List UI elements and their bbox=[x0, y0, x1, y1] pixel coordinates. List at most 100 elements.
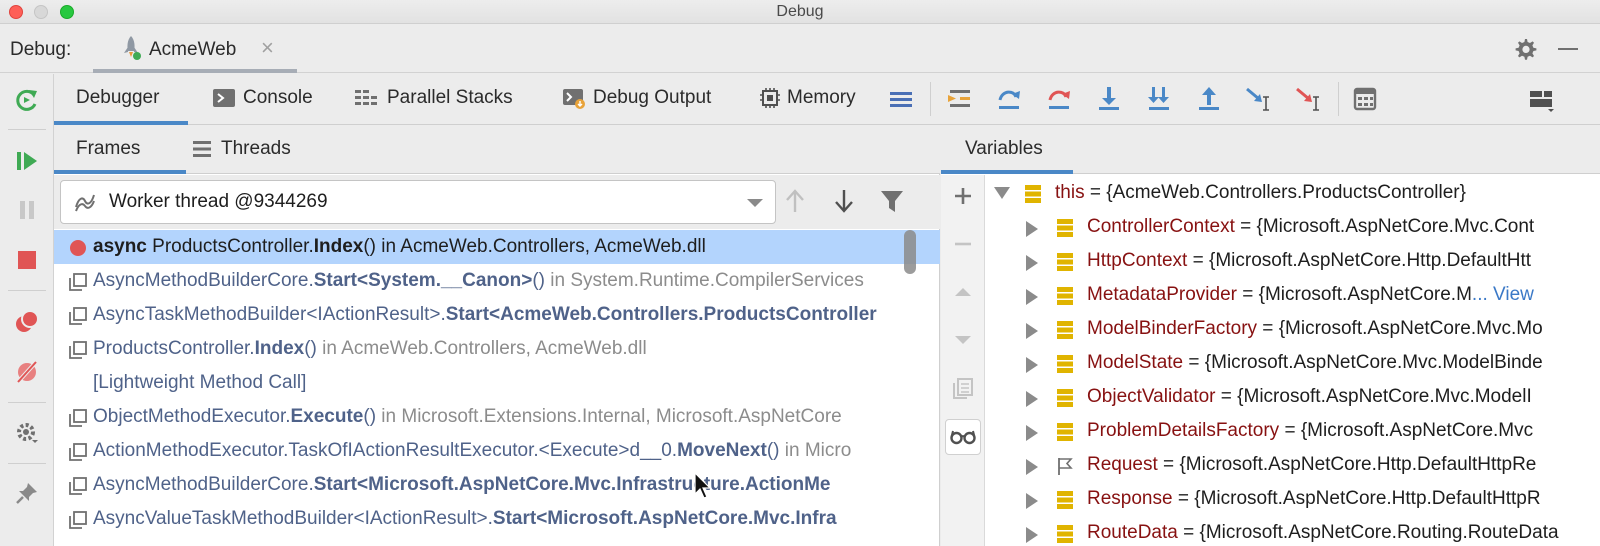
layout-settings-icon[interactable] bbox=[1524, 83, 1558, 115]
expand-triangle-closed-icon[interactable] bbox=[1026, 255, 1038, 271]
tab-threads[interactable]: Threads bbox=[192, 126, 312, 174]
frame-row[interactable]: AsyncMethodBuilderCore.Start<Microsoft.A… bbox=[54, 468, 940, 502]
filter-icon[interactable] bbox=[878, 186, 906, 216]
expand-triangle-open-icon[interactable] bbox=[994, 187, 1010, 199]
debug-actions-toolbar bbox=[0, 74, 54, 546]
expand-triangle-closed-icon[interactable] bbox=[1026, 221, 1038, 237]
view-link[interactable]: ... View bbox=[1472, 284, 1534, 305]
tab-label: Threads bbox=[221, 138, 291, 159]
settings-icon[interactable] bbox=[14, 420, 40, 446]
window-minimize-button[interactable] bbox=[34, 5, 48, 19]
tab-variables[interactable]: Variables bbox=[941, 126, 1073, 174]
expand-triangle-closed-icon[interactable] bbox=[1026, 391, 1038, 407]
force-run-to-cursor-icon[interactable] bbox=[1292, 83, 1326, 115]
frames-panel: Frames Threads Worker thread @9344269 as… bbox=[54, 126, 940, 546]
variable-row[interactable]: Response = {Microsoft.AspNetCore.Http.De… bbox=[985, 482, 1600, 516]
frame-row[interactable]: AsyncTaskMethodBuilder<IActionResult>.St… bbox=[54, 298, 940, 332]
expand-triangle-closed-icon[interactable] bbox=[1026, 323, 1038, 339]
variable-label: HttpContext = {Microsoft.AspNetCore.Http… bbox=[1087, 244, 1531, 278]
evaluate-expression-icon[interactable] bbox=[1348, 83, 1382, 115]
frame-row[interactable]: AsyncMethodBuilderCore.Start<System.__Ca… bbox=[54, 264, 940, 298]
pause-icon[interactable] bbox=[14, 197, 40, 223]
variable-row[interactable]: RouteData = {Microsoft.AspNetCore.Routin… bbox=[985, 516, 1600, 546]
step-out-icon[interactable] bbox=[1192, 83, 1226, 115]
frames-scrollbar[interactable] bbox=[904, 230, 916, 274]
tab-console[interactable]: Console bbox=[212, 74, 352, 125]
show-watches-toggle[interactable] bbox=[945, 419, 981, 455]
variable-equals: = bbox=[1279, 420, 1301, 441]
variable-row[interactable]: ObjectValidator = {Microsoft.AspNetCore.… bbox=[985, 380, 1600, 414]
resume-icon[interactable] bbox=[14, 148, 40, 174]
expand-triangle-closed-icon[interactable] bbox=[1026, 357, 1038, 373]
thread-dropdown[interactable]: Worker thread @9344269 bbox=[60, 180, 776, 224]
frame-row[interactable]: [Lightweight Method Call] bbox=[54, 366, 940, 400]
variable-row[interactable]: ModelBinderFactory = {Microsoft.AspNetCo… bbox=[985, 312, 1600, 346]
frame-label: ActionMethodExecutor.TaskOfIActionResult… bbox=[93, 434, 851, 468]
expand-triangle-closed-icon[interactable] bbox=[1026, 527, 1038, 543]
tab-parallel-stacks[interactable]: Parallel Stacks bbox=[354, 74, 534, 125]
add-watch-icon[interactable] bbox=[950, 183, 976, 209]
show-execution-point-icon[interactable] bbox=[942, 83, 976, 115]
session-tab-acmeweb[interactable]: AcmeWeb × bbox=[93, 25, 297, 73]
toolbar-separator bbox=[8, 402, 46, 403]
previous-frame-arrow-icon[interactable] bbox=[781, 186, 809, 216]
frame-row[interactable]: ObjectMethodExecutor.Execute() in Micros… bbox=[54, 400, 940, 434]
next-frame-arrow-icon[interactable] bbox=[830, 186, 858, 216]
variable-label: ModelBinderFactory = {Microsoft.AspNetCo… bbox=[1087, 312, 1543, 346]
variable-value: {Microsoft.AspNetCore.M bbox=[1258, 284, 1472, 305]
variable-name: HttpContext bbox=[1087, 250, 1188, 271]
stop-icon[interactable] bbox=[14, 247, 40, 273]
frame-row[interactable]: ProductsController.Index() in AcmeWeb.Co… bbox=[54, 332, 940, 366]
hamburger-menu-icon[interactable] bbox=[884, 83, 918, 115]
force-step-over-icon[interactable] bbox=[1042, 83, 1076, 115]
step-over-icon[interactable] bbox=[992, 83, 1026, 115]
variable-name: this bbox=[1055, 182, 1085, 203]
variable-value: {Microsoft.AspNetCore.Mvc.ModelI bbox=[1237, 386, 1532, 407]
tab-label: Memory bbox=[787, 87, 856, 108]
tab-label: Variables bbox=[965, 138, 1043, 159]
session-close-icon[interactable]: × bbox=[261, 35, 274, 61]
hide-panel-icon[interactable] bbox=[1558, 48, 1578, 50]
frame-label-part: ProductsController. bbox=[152, 236, 314, 257]
remove-watch-icon[interactable] bbox=[950, 231, 976, 257]
field-icon bbox=[1057, 525, 1073, 543]
window-close-button[interactable] bbox=[9, 5, 23, 19]
settings-gear-icon[interactable] bbox=[1512, 36, 1538, 62]
pin-icon[interactable] bbox=[14, 480, 40, 506]
frame-row[interactable]: ActionMethodExecutor.TaskOfIActionResult… bbox=[54, 434, 940, 468]
expand-triangle-closed-icon[interactable] bbox=[1026, 493, 1038, 509]
smart-step-into-icon[interactable] bbox=[1142, 83, 1176, 115]
window-zoom-button[interactable] bbox=[60, 5, 74, 19]
run-to-cursor-icon[interactable] bbox=[1242, 83, 1276, 115]
view-breakpoints-icon[interactable] bbox=[14, 309, 40, 335]
tab-debug-output[interactable]: Debug Output bbox=[562, 74, 742, 125]
frame-label-part: () bbox=[304, 338, 317, 359]
variable-name: RouteData bbox=[1087, 522, 1178, 543]
expand-triangle-closed-icon[interactable] bbox=[1026, 459, 1038, 475]
duplicate-watch-icon[interactable] bbox=[950, 375, 976, 401]
expand-triangle-closed-icon[interactable] bbox=[1026, 289, 1038, 305]
variable-row[interactable]: Request = {Microsoft.AspNetCore.Http.Def… bbox=[985, 448, 1600, 482]
variable-row[interactable]: ControllerContext = {Microsoft.AspNetCor… bbox=[985, 210, 1600, 244]
frame-row[interactable]: AsyncValueTaskMethodBuilder<IActionResul… bbox=[54, 502, 940, 536]
field-icon bbox=[1057, 321, 1073, 339]
variable-name: ControllerContext bbox=[1087, 216, 1235, 237]
step-into-icon[interactable] bbox=[1092, 83, 1126, 115]
tab-frames[interactable]: Frames bbox=[54, 126, 186, 174]
tab-memory[interactable]: Memory bbox=[758, 74, 878, 125]
move-down-icon[interactable] bbox=[950, 327, 976, 353]
variable-value: {Microsoft.AspNetCore.Mvc.ModelBinde bbox=[1204, 352, 1543, 373]
variable-row[interactable]: this = {AcmeWeb.Controllers.ProductsCont… bbox=[985, 176, 1600, 210]
variable-row[interactable]: ModelState = {Microsoft.AspNetCore.Mvc.M… bbox=[985, 346, 1600, 380]
debug-header: Debug: AcmeWeb × bbox=[0, 25, 1600, 73]
variable-row[interactable]: ProblemDetailsFactory = {Microsoft.AspNe… bbox=[985, 414, 1600, 448]
rerun-icon[interactable] bbox=[14, 87, 40, 113]
variable-row[interactable]: HttpContext = {Microsoft.AspNetCore.Http… bbox=[985, 244, 1600, 278]
tab-debugger[interactable]: Debugger bbox=[54, 74, 188, 125]
frame-row[interactable]: async ProductsController.Index() in Acme… bbox=[54, 230, 940, 264]
move-up-icon[interactable] bbox=[950, 279, 976, 305]
field-icon bbox=[1025, 185, 1041, 203]
variable-row[interactable]: MetadataProvider = {Microsoft.AspNetCore… bbox=[985, 278, 1600, 312]
expand-triangle-closed-icon[interactable] bbox=[1026, 425, 1038, 441]
mute-breakpoints-icon[interactable] bbox=[14, 359, 40, 385]
